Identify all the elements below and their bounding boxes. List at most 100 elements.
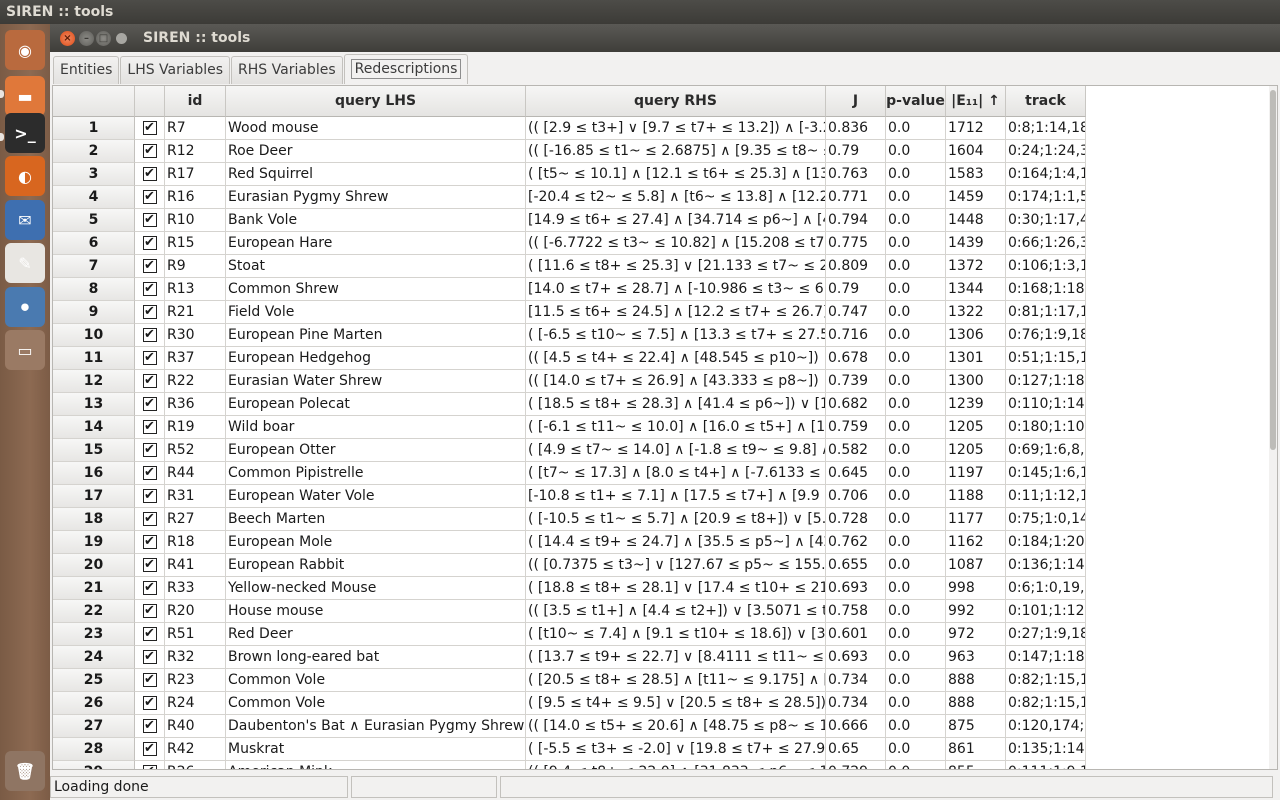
enabled-checkbox[interactable]: ✔ <box>142 512 157 526</box>
table-row[interactable]: 20 ✔ R41 European Rabbit(( [0.7375 ≤ t3~] ∨… <box>53 554 1086 577</box>
table-row[interactable]: 18 ✔ R27 Beech Marten( [-10.5 ≤ t1~ ≤ 5.7] … <box>53 508 1086 531</box>
enabled-checkbox[interactable]: ✔ <box>142 489 157 503</box>
enabled-checkbox[interactable]: ✔ <box>142 328 157 342</box>
tab-redescriptions[interactable]: Redescriptions <box>343 54 469 84</box>
table-row[interactable]: 8 ✔ R13 Common Shrew [14.0 ≤ t7+ ≤ 28.7] ∧ [… <box>53 278 1086 301</box>
table-row[interactable]: 6 ✔ R15 European Hare(( [-6.7722 ≤ t3~ ≤ 10… <box>53 232 1086 255</box>
row-number: 29 <box>53 761 135 769</box>
maximize-window-button[interactable]: □ <box>96 31 111 46</box>
table-row[interactable]: 29 ✔ R26American Mink(( [9.4 ≤ t8+ ≤ 22.0]… <box>53 761 1086 769</box>
python-icon[interactable]: ⚫ <box>5 287 45 327</box>
column-header-track[interactable]: track <box>1006 86 1086 117</box>
column-header-row-number[interactable] <box>53 86 135 117</box>
cell-query-lhs: Brown long-eared bat <box>226 646 526 669</box>
enabled-checkbox[interactable]: ✔ <box>142 121 157 135</box>
cell-p-value: 0.0 <box>886 531 946 554</box>
thunderbird-icon[interactable]: ✉ <box>5 200 45 240</box>
enabled-checkbox[interactable]: ✔ <box>142 466 157 480</box>
table-row[interactable]: 1 ✔ R7 Wood mouse(( [2.9 ≤ t3+] ∨ [9.7 ≤ t7… <box>53 117 1086 140</box>
status-bar: Loading done <box>50 776 1280 800</box>
table-row[interactable]: 19 ✔ R18 European Mole( [14.4 ≤ t9+ ≤ 24.7]… <box>53 531 1086 554</box>
cell-id: R15 <box>165 232 226 255</box>
table-row[interactable]: 15 ✔ R52 European Otter( [4.9 ≤ t7~ ≤ 14.0]… <box>53 439 1086 462</box>
table-row[interactable]: 26 ✔ R24 Common Vole( [9.5 ≤ t4+ ≤ 9.5] ∨ [… <box>53 692 1086 715</box>
enabled-checkbox[interactable]: ✔ <box>142 742 157 756</box>
window-icon[interactable]: ▭ <box>5 330 45 370</box>
table-row[interactable]: 24 ✔ R32 Brown long-eared bat( [13.7 ≤ t9+ … <box>53 646 1086 669</box>
column-header-id[interactable]: id <box>165 86 226 117</box>
files-icon[interactable]: ▬ <box>5 76 45 116</box>
enabled-checkbox[interactable]: ✔ <box>142 190 157 204</box>
enabled-checkbox[interactable]: ✔ <box>142 420 157 434</box>
row-number: 15 <box>53 439 135 462</box>
enabled-checkbox[interactable]: ✔ <box>142 305 157 319</box>
tab-entities[interactable]: Entities <box>53 56 120 84</box>
table-row[interactable]: 17 ✔ R31 European Water Vole [-10.8 ≤ t1+ ≤ … <box>53 485 1086 508</box>
enabled-checkbox[interactable]: ✔ <box>142 765 157 769</box>
text-editor-icon[interactable]: ✎ <box>5 243 45 283</box>
cell-query-rhs: (( [14.0 ≤ t5+ ≤ 20.6] ∧ [48.75 ≤ p8~ ≤ … <box>526 715 826 738</box>
table-row[interactable]: 3 ✔ R17 Red Squirrel( [t5~ ≤ 10.1] ∧ [12.1 … <box>53 163 1086 186</box>
enabled-checkbox[interactable]: ✔ <box>142 282 157 296</box>
table-row[interactable]: 7 ✔ R9 Stoat( [11.6 ≤ t8+ ≤ 25.3] ∨ [21.133… <box>53 255 1086 278</box>
column-header-query-lhs[interactable]: query LHS <box>226 86 526 117</box>
table-row[interactable]: 27 ✔ R40 Daubenton's Bat ∧ Eurasian Pygmy S… <box>53 715 1086 738</box>
enabled-checkbox[interactable]: ✔ <box>142 673 157 687</box>
enabled-checkbox[interactable]: ✔ <box>142 604 157 618</box>
column-header-j[interactable]: J <box>826 86 886 117</box>
table-row[interactable]: 23 ✔ R51 Red Deer( [t10~ ≤ 7.4] ∧ [9.1 ≤ t1… <box>53 623 1086 646</box>
trash-icon[interactable]: 🗑 <box>5 751 45 791</box>
table-row[interactable]: 9 ✔ R21 Field Vole [11.5 ≤ t6+ ≤ 24.5] ∧ [12… <box>53 301 1086 324</box>
enabled-checkbox[interactable]: ✔ <box>142 650 157 664</box>
table-row[interactable]: 28 ✔ R42 Muskrat( [-5.5 ≤ t3+ ≤ -2.0] ∨ [19… <box>53 738 1086 761</box>
enabled-checkbox[interactable]: ✔ <box>142 581 157 595</box>
cell-track: 0:66;1:26,30 <box>1006 232 1086 255</box>
enabled-checkbox[interactable]: ✔ <box>142 144 157 158</box>
tab-rhs-variables[interactable]: RHS Variables <box>231 56 343 84</box>
enabled-checkbox[interactable]: ✔ <box>142 213 157 227</box>
terminal-icon[interactable]: >_ <box>5 113 45 153</box>
ubuntu-dash-icon[interactable]: ◉ <box>5 30 45 70</box>
tab-lhs-variables[interactable]: LHS Variables <box>120 56 231 84</box>
table-row[interactable]: 11 ✔ R37 European Hedgehog(( [4.5 ≤ t4+ ≤ 2… <box>53 347 1086 370</box>
enabled-checkbox[interactable]: ✔ <box>142 167 157 181</box>
minimize-window-button[interactable]: – <box>79 31 94 46</box>
table-row[interactable]: 14 ✔ R19 Wild boar( [-6.1 ≤ t11~ ≤ 10.0] ∧ … <box>53 416 1086 439</box>
table-row[interactable]: 5 ✔ R10 Bank Vole [14.9 ≤ t6+ ≤ 27.4] ∧ [34.… <box>53 209 1086 232</box>
cell-j: 0.734 <box>826 669 886 692</box>
tab-rhs-variables-label: RHS Variables <box>238 62 336 78</box>
enabled-checkbox[interactable]: ✔ <box>142 719 157 733</box>
enabled-checkbox[interactable]: ✔ <box>142 236 157 250</box>
enabled-checkbox[interactable]: ✔ <box>142 696 157 710</box>
window-titlebar[interactable]: × – □ SIREN :: tools <box>50 24 1280 52</box>
cell-support: 1205 <box>946 439 1006 462</box>
table-row[interactable]: 2 ✔ R12 Roe Deer(( [-16.85 ≤ t1~ ≤ 2.6875] … <box>53 140 1086 163</box>
cell-enabled: ✔ <box>135 324 165 347</box>
table-row[interactable]: 10 ✔ R30 European Pine Marten( [-6.5 ≤ t10~… <box>53 324 1086 347</box>
column-header-query-rhs[interactable]: query RHS <box>526 86 826 117</box>
cell-query-rhs: (( [2.9 ≤ t3+] ∨ [9.7 ≤ t7+ ≤ 13.2]) ∧ [… <box>526 117 826 140</box>
enabled-checkbox[interactable]: ✔ <box>142 627 157 641</box>
table-row[interactable]: 16 ✔ R44 Common Pipistrelle( [t7~ ≤ 17.3] ∧… <box>53 462 1086 485</box>
column-header-enabled[interactable] <box>135 86 165 117</box>
column-header-support[interactable]: |E₁₁| ↑ <box>946 86 1006 117</box>
table-row[interactable]: 13 ✔ R36 European Polecat( [18.5 ≤ t8+ ≤ 28… <box>53 393 1086 416</box>
firefox-icon[interactable]: ◐ <box>5 156 45 196</box>
vertical-scrollbar[interactable] <box>1269 86 1277 769</box>
enabled-checkbox[interactable]: ✔ <box>142 397 157 411</box>
enabled-checkbox[interactable]: ✔ <box>142 351 157 365</box>
enabled-checkbox[interactable]: ✔ <box>142 558 157 572</box>
enabled-checkbox[interactable]: ✔ <box>142 443 157 457</box>
table-row[interactable]: 12 ✔ R22 Eurasian Water Shrew(( [14.0 ≤ t7+… <box>53 370 1086 393</box>
enabled-checkbox[interactable]: ✔ <box>142 374 157 388</box>
scrollbar-thumb[interactable] <box>1270 90 1276 450</box>
table-row[interactable]: 21 ✔ R33 Yellow-necked Mouse( [18.8 ≤ t8+ ≤… <box>53 577 1086 600</box>
column-header-p-value[interactable]: p-value <box>886 86 946 117</box>
window-menu-button[interactable] <box>116 33 127 44</box>
table-row[interactable]: 25 ✔ R23 Common Vole( [20.5 ≤ t8+ ≤ 28.5] ∧… <box>53 669 1086 692</box>
close-window-button[interactable]: × <box>60 31 75 46</box>
table-row[interactable]: 22 ✔ R20 House mouse(( [3.5 ≤ t1+] ∧ [4.4 ≤… <box>53 600 1086 623</box>
table-row[interactable]: 4 ✔ R16 Eurasian Pygmy Shrew [-20.4 ≤ t2~ ≤ … <box>53 186 1086 209</box>
enabled-checkbox[interactable]: ✔ <box>142 259 157 273</box>
enabled-checkbox[interactable]: ✔ <box>142 535 157 549</box>
